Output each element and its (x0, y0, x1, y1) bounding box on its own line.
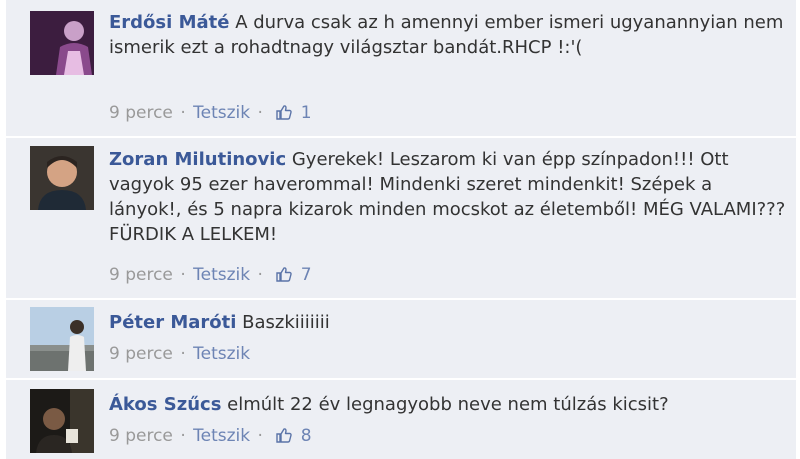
comment-author-link[interactable]: Zoran Milutinovic (109, 149, 286, 170)
avatar-person-icon (30, 146, 94, 210)
thumbs-up-icon[interactable] (276, 427, 293, 443)
comment-item: Erdősi Máté A durva csak az h amennyi em… (6, 0, 796, 136)
like-link[interactable]: Tetszik (193, 344, 250, 364)
meta-separator: · (180, 344, 186, 364)
comment-timestamp[interactable]: 9 perce (109, 103, 173, 123)
comment-body: Erdősi Máté A durva csak az h amennyi em… (109, 10, 790, 60)
avatar-person-icon (30, 11, 94, 75)
like-count[interactable]: 7 (301, 265, 312, 285)
avatar-person-icon (30, 389, 94, 453)
meta-separator: · (257, 103, 263, 123)
like-count[interactable]: 1 (301, 103, 312, 123)
comment-text: Baszkiiiiiii (242, 312, 330, 333)
comment-author-link[interactable]: Erdősi Máté (109, 12, 229, 33)
meta-separator: · (257, 426, 263, 446)
thumbs-up-icon[interactable] (276, 104, 293, 120)
avatar[interactable] (30, 389, 94, 453)
avatar[interactable] (30, 307, 94, 371)
avatar[interactable] (30, 11, 94, 75)
comment-meta: 9 perce · Tetszik (109, 344, 250, 364)
meta-separator: · (180, 103, 186, 123)
comment-meta: 9 perce · Tetszik · 7 (109, 265, 312, 285)
comment-text: elmúlt 22 év legnagyobb neve nem túlzás … (227, 394, 669, 415)
meta-separator: · (180, 265, 186, 285)
like-link[interactable]: Tetszik (193, 103, 250, 123)
meta-separator: · (180, 426, 186, 446)
comment-item: Ákos Szűcs elmúlt 22 év legnagyobb neve … (6, 380, 796, 459)
like-count[interactable]: 8 (301, 426, 312, 446)
comment-meta: 9 perce · Tetszik · 1 (109, 103, 312, 123)
comment-timestamp[interactable]: 9 perce (109, 426, 173, 446)
thumbs-up-icon[interactable] (276, 266, 293, 282)
meta-separator: · (257, 265, 263, 285)
comment-author-link[interactable]: Péter Maróti (109, 312, 236, 333)
comment-body: Zoran Milutinovic Gyerekek! Leszarom ki … (109, 147, 790, 247)
avatar[interactable] (30, 146, 94, 210)
comment-meta: 9 perce · Tetszik · 8 (109, 426, 312, 446)
comment-body: Péter Maróti Baszkiiiiiii (109, 310, 790, 335)
comment-body: Ákos Szűcs elmúlt 22 év legnagyobb neve … (109, 392, 790, 417)
comment-timestamp[interactable]: 9 perce (109, 344, 173, 364)
comment-timestamp[interactable]: 9 perce (109, 265, 173, 285)
comment-item: Zoran Milutinovic Gyerekek! Leszarom ki … (6, 138, 796, 298)
avatar-person-icon (30, 307, 94, 371)
comment-author-link[interactable]: Ákos Szűcs (109, 394, 221, 415)
comment-item: Péter Maróti Baszkiiiiiii 9 perce · Tets… (6, 300, 796, 378)
like-link[interactable]: Tetszik (193, 265, 250, 285)
like-link[interactable]: Tetszik (193, 426, 250, 446)
